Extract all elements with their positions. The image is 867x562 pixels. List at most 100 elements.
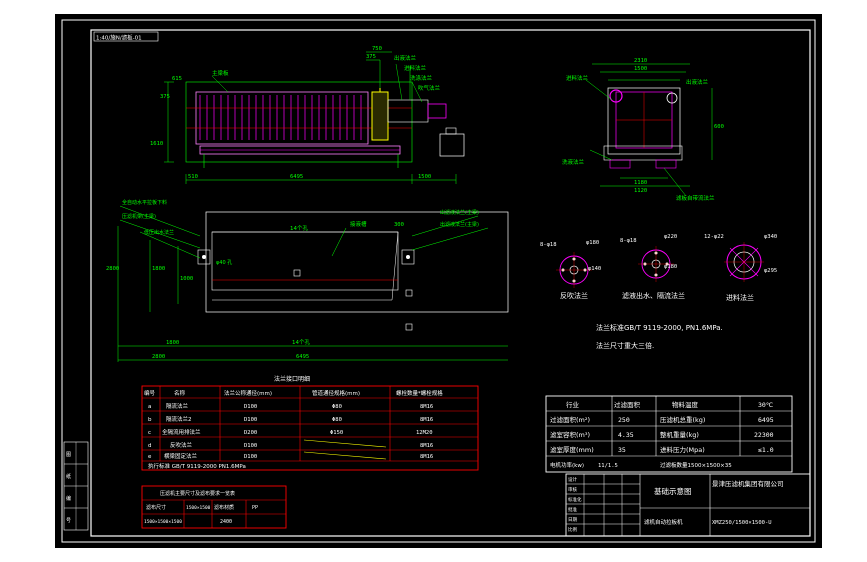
flange-row-2-bolt: 8M16 [420,417,433,423]
cad-sheet: 1:40/施N/滤板-01 主梁板 出液法兰 进料法兰 洗涤法兰 吹气法兰 75… [55,14,822,548]
plan-label-tl2: 压滤机架(主梁) [122,213,156,220]
front-dim-1500: 1500 [418,174,431,180]
flange-3-graphic [724,242,764,282]
flange-3-spec: 12-φ22 [704,234,724,240]
side-dim-600: 600 [714,124,724,130]
side-dim-2310: 2310 [634,58,647,64]
flange-table-header-4: 管道通径规格(mm) [312,389,360,397]
fabric-cell-6: 2400 [220,519,232,525]
side-dim-1180: 1180 [634,180,647,186]
spec-r3-c3: 整机重量(kg) [660,430,699,439]
flange-3-d1: φ340 [764,234,777,240]
front-dim-6495: 6495 [290,174,303,180]
flange-1-d1: φ180 [586,240,599,246]
plan-dim-2800: 2800 [152,354,165,360]
side-stamp-1: 图 [66,452,71,458]
cad-drawing-viewport: 1:40/施N/滤板-01 主梁板 出液法兰 进料法兰 洗涤法兰 吹气法兰 75… [0,0,867,562]
plan-dim-1800v: 1800 [152,266,165,272]
side-stamp-3: 编 [66,495,71,502]
front-dim-375: 375 [366,54,376,60]
flange-table-header-3: 法兰公称通径(mm) [224,389,272,397]
flange-3-d2: φ295 [764,268,777,274]
plan-label-tr2: 出滤液法兰(主梁) [440,221,479,228]
flange-row-3-bolt: 12M20 [416,430,433,436]
flange-row-4-dn: D100 [244,443,257,449]
spec-r2-c3: 压滤机总重(kg) [660,415,705,424]
flange-row-1-dn: D100 [244,404,257,410]
flange-row-3-pipe: Φ150 [330,430,343,436]
flange-2-spec: 8-φ18 [620,238,637,244]
fabric-cell-1: 滤布尺寸 [146,504,166,511]
plan-label-tl1: 全自动水平拉板下料 [122,199,167,206]
flange-2-d1: φ220 [664,234,677,240]
front-label-inlet: 进料法兰 [404,64,427,72]
flange-table-header-2: 名称 [174,389,186,397]
flange-1-name: 反吹法兰 [560,291,588,300]
flange-3-name: 进料法兰 [726,293,754,302]
tb-label-3: 标准化 [568,496,582,503]
plan-dim-300: 300 [394,222,404,228]
tb-label-5: 日期 [568,517,577,523]
flange-1-spec: 8-φ18 [540,242,557,248]
flange-row-5-dn: D100 [244,454,257,460]
flange-1-d2: φ140 [588,266,601,272]
flange-table-header-1: 编号 [144,389,156,397]
plan-dim-1800: 1800 [166,340,179,346]
side-dim-1500: 1500 [634,66,647,72]
front-dim-510: 510 [188,174,198,180]
tb-note: 滤机自动拉板机 [644,518,683,526]
flange-row-2-name: 隔流法兰2 [166,415,192,423]
spec-r5-c3: 过滤板数量1500×1500×35 [660,461,732,469]
spec-r1-c2: 过滤面积 [614,400,641,409]
side-stamp-2: 纸 [66,473,71,480]
side-label-outlet: 出液法兰 [686,78,709,86]
spec-r2-c1: 过滤面积(m²) [550,415,590,424]
plan-dim-6495: 6495 [296,354,309,360]
flange-row-2-dn: D100 [244,417,257,423]
side-dim-1120: 1120 [634,188,647,194]
spec-r3-c1: 滤室容积(m³) [550,430,590,439]
front-dim-615: 615 [172,76,182,82]
flange-row-3-id: c [148,430,151,436]
spec-r1-c1: 行业 [566,400,580,409]
plan-label-tr1: 出滤液法兰(主梁) [440,209,479,216]
spec-r1-c3: 物料温度 [672,400,699,409]
spec-r4-c1: 滤室厚度(mm) [550,445,594,454]
tb-label-6: 比例 [568,526,577,533]
side-label-drain: 滤板自带流法兰 [676,194,715,202]
front-label-wash: 洗涤法兰 [410,74,433,82]
front-label-plate: 主梁板 [212,69,229,77]
fabric-table-title: 压滤机主要尺寸及滤布要求一览表 [160,490,235,497]
front-label-outlet: 出液法兰 [394,54,417,62]
flange-row-1-id: a [148,404,151,410]
flange-2-d2: φ180 [664,264,677,270]
flange-row-3-name: 全隔流用排法兰 [162,428,201,436]
flange-note-1: 法兰标准GB/T 9119-2000, PN1.6MPa. [596,323,723,332]
spec-r2-c4: 6495 [758,416,774,424]
flange-row-1-bolt: 8M16 [420,404,433,410]
flange-row-4-id: d [148,443,152,449]
tb-drawing-name: 基础示意图 [654,486,692,496]
front-dim-1610: 1610 [150,141,163,147]
flange-row-4-name: 反吹法兰 [170,441,193,449]
plan-label-mid1: 14个孔 [290,224,308,232]
spec-r5-c1: 电机功率(kw) [550,461,584,469]
tb-label-1: 设计 [568,476,577,483]
spec-r4-c2: 35 [618,446,626,454]
spec-r2-c2: 250 [618,416,630,424]
tb-label-4: 批准 [568,506,577,513]
plan-label-tl3: 低压出水法兰 [144,229,174,236]
fabric-cell-2: 1500×1500 [186,505,211,511]
flange-note-2: 法兰尺寸重大三倍. [596,341,654,350]
front-dim-750: 750 [372,46,382,52]
spec-r3-c2: 4.35 [618,431,634,439]
tb-company: 景津压滤机集团有限公司 [712,479,784,488]
tb-label-2: 审核 [568,486,577,493]
spec-r1-c4: 30℃ [758,401,774,409]
flange-row-2-pipe: Φ80 [332,417,342,423]
plan-label-cyl: φ40 孔 [216,259,232,266]
flange-row-3-dn: D200 [244,430,257,436]
plan-label-pit: 接液槽 [350,220,367,228]
spec-r5-c2: 11/1.5 [598,463,618,469]
plan-label-mid2: 14个孔 [292,338,310,346]
